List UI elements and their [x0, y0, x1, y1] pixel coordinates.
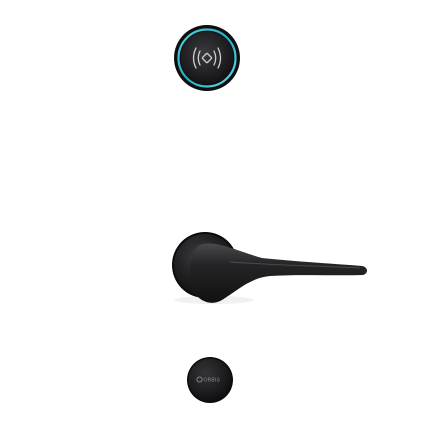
lever-handle — [172, 232, 368, 304]
reader-face — [180, 31, 234, 85]
thumbturn: ORBIS — [187, 357, 233, 403]
brand-text: ORBIS — [204, 378, 221, 384]
smart-lock-illustration: ORBIS — [172, 25, 368, 403]
handle-lever — [189, 243, 368, 303]
smart-lock-product-photo: ORBIS — [0, 0, 430, 430]
card-reader — [174, 25, 240, 91]
